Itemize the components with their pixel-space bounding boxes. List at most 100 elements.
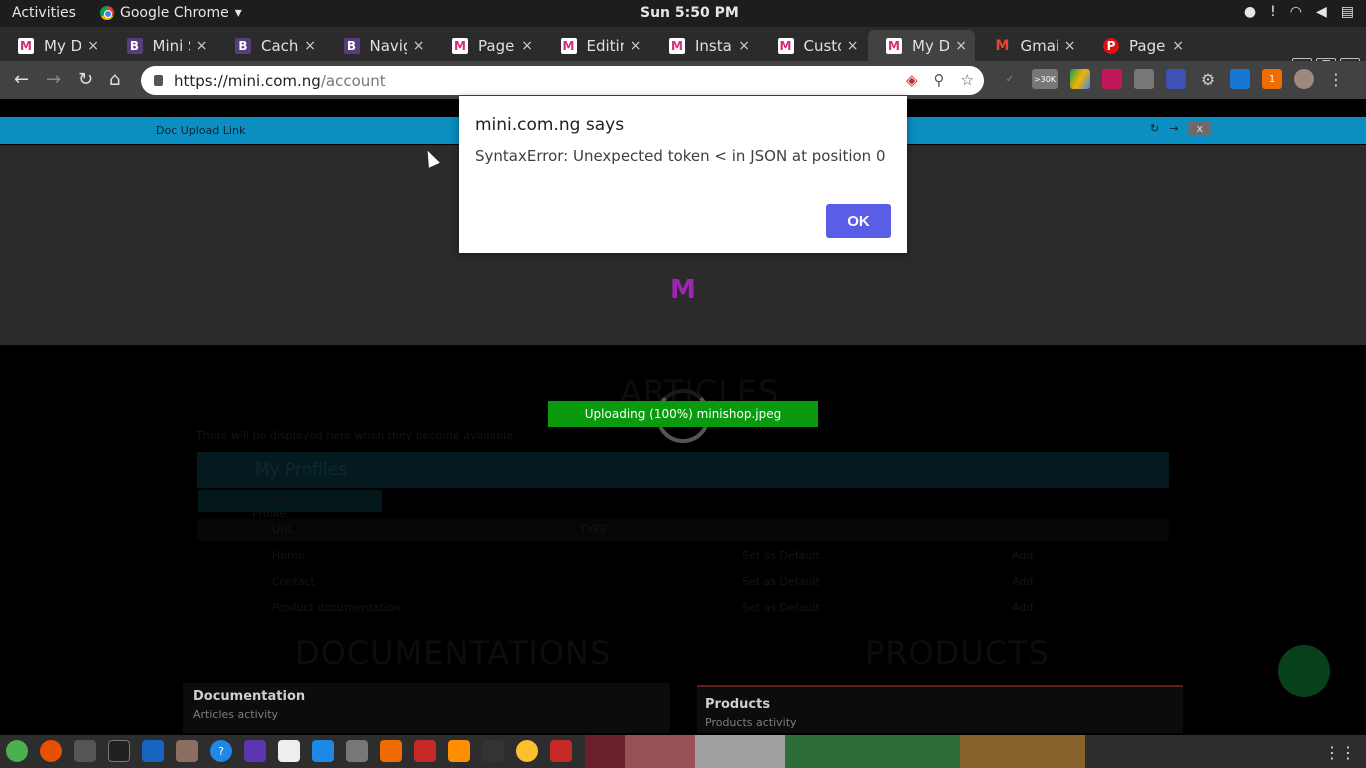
gmail-extension-icon[interactable]: >30K	[1032, 69, 1058, 89]
notes-icon[interactable]	[312, 740, 334, 762]
tab-favicon-icon: M	[669, 37, 685, 54]
profiles-table-header: URL TYPE	[197, 519, 1169, 541]
chrome-dock-icon[interactable]	[74, 740, 96, 762]
browser-tab[interactable]: M Editin ×	[543, 30, 650, 61]
pdf-icon[interactable]	[414, 740, 436, 762]
gear-icon[interactable]: ⚙	[1198, 69, 1218, 89]
products-card[interactable]: Products Products activity	[697, 685, 1183, 733]
profile-row-name: Product documentation	[272, 601, 401, 614]
zoom-icon[interactable]: ⚲	[934, 71, 945, 89]
camera-icon[interactable]	[482, 740, 504, 762]
browser-tab[interactable]: M Custo ×	[760, 30, 867, 61]
tab-favicon-icon: B	[343, 37, 360, 54]
products-title: PRODUCTS	[865, 634, 1050, 672]
terminal-icon[interactable]	[108, 740, 130, 762]
home-icon[interactable]: ⌂	[109, 69, 120, 90]
browser-tab[interactable]: B Naviga ×	[326, 30, 433, 61]
browser-tab[interactable]: B Mini Sl ×	[109, 30, 216, 61]
profile-row-action[interactable]: Set as Default	[742, 575, 820, 588]
tab-close-icon[interactable]: ×	[304, 38, 316, 54]
firefox-icon[interactable]	[40, 740, 62, 762]
volume-icon[interactable]: ◀	[1316, 4, 1327, 20]
screenshot-icon[interactable]	[346, 740, 368, 762]
browser-tab[interactable]: M My Da ×	[868, 30, 975, 61]
menu-icon[interactable]: ⋮	[1326, 69, 1346, 89]
caret-down-icon: ▾	[234, 5, 242, 21]
tab-close-icon[interactable]: ×	[521, 38, 533, 54]
blocked-icon[interactable]: ◈	[906, 71, 918, 89]
tab-strip: MMy Da×BMini Sl×BCache×BNaviga×MPage M×M…	[0, 27, 1366, 84]
products-card-subtitle: Products activity	[705, 716, 797, 729]
tab-title: Page M	[478, 36, 515, 55]
check-icon[interactable]: ✓	[1000, 69, 1020, 89]
wifi-icon[interactable]: ◠	[1290, 4, 1302, 20]
tab-title: My Da	[44, 36, 82, 55]
tab-close-icon[interactable]: ×	[738, 38, 750, 54]
floating-add-button[interactable]	[1278, 645, 1330, 697]
people-icon[interactable]	[1230, 69, 1250, 89]
profile-avatar[interactable]	[1294, 69, 1314, 89]
files-icon[interactable]	[176, 740, 198, 762]
clipboard-icon[interactable]: ▤	[1341, 4, 1354, 20]
location-icon[interactable]	[1134, 69, 1154, 89]
tab-close-icon[interactable]: ×	[196, 38, 208, 54]
app-grid-icon[interactable]: ⋮⋮	[1324, 743, 1356, 762]
notification-extension-icon[interactable]: 1	[1262, 69, 1282, 89]
reload-icon[interactable]: ↻	[78, 69, 93, 90]
col-url: URL	[272, 523, 294, 536]
back-icon[interactable]: ←	[14, 69, 29, 90]
tab-favicon-icon: M	[995, 37, 1010, 54]
app-menu[interactable]: Google Chrome ▾	[100, 5, 242, 21]
doc-upload-link[interactable]: Doc Upload Link	[156, 124, 245, 137]
browser-tab[interactable]: M Page M ×	[434, 30, 541, 61]
text-editor-icon[interactable]	[142, 740, 164, 762]
tab-close-icon[interactable]: ×	[630, 38, 642, 54]
lock-icon	[154, 75, 163, 86]
profile-row-status[interactable]: Add	[1012, 601, 1033, 614]
tab-close-icon[interactable]: ×	[1064, 38, 1076, 54]
tab-close-icon[interactable]: ×	[87, 38, 99, 54]
software-center-icon[interactable]	[380, 740, 402, 762]
browser-tab[interactable]: M My Da ×	[0, 30, 107, 61]
show-desktop-icon[interactable]	[6, 740, 28, 762]
browser-tab[interactable]: B Cache ×	[217, 30, 324, 61]
list-icon[interactable]	[1166, 69, 1186, 89]
refresh-icon[interactable]: ↻	[1150, 122, 1159, 135]
tab-favicon-icon: M	[18, 37, 34, 54]
documentation-card[interactable]: Documentation Articles activity	[183, 683, 670, 733]
fox-icon[interactable]	[516, 740, 538, 762]
vlc-icon[interactable]	[448, 740, 470, 762]
activities-button[interactable]: Activities	[12, 5, 76, 21]
filezilla-icon[interactable]	[550, 740, 572, 762]
star-icon[interactable]: ☆	[961, 71, 974, 89]
header-close-button[interactable]: x	[1188, 122, 1211, 135]
browser-tab[interactable]: M Install ×	[651, 30, 758, 61]
arrow-right-icon[interactable]: →	[1169, 122, 1178, 135]
github-icon[interactable]: ●	[1244, 4, 1256, 20]
address-bar[interactable]: https://mini.com.ng/account ◈ ⚲ ☆	[141, 66, 984, 95]
drive-icon[interactable]	[1070, 69, 1090, 89]
profile-row-action[interactable]: Set as Default	[742, 601, 820, 614]
warning-icon[interactable]: !	[1270, 4, 1276, 20]
clock[interactable]: Sun 5:50 PM	[640, 5, 739, 21]
tab-close-icon[interactable]: ×	[1172, 38, 1184, 54]
profile-row-action[interactable]: Set as Default	[742, 549, 820, 562]
tab-close-icon[interactable]: ×	[955, 38, 967, 54]
profile-row-status[interactable]: Add	[1012, 549, 1033, 562]
profile-row-name: Contact	[272, 575, 315, 588]
book-icon[interactable]	[278, 740, 300, 762]
tab-title: Mini Sl	[152, 36, 190, 55]
forward-icon[interactable]: →	[46, 69, 61, 90]
create-profile-button[interactable]: Create a Profile	[198, 490, 382, 520]
app-s-icon[interactable]	[244, 740, 266, 762]
color-picker-icon[interactable]	[1102, 69, 1122, 89]
browser-tab[interactable]: P PageC ×	[1085, 30, 1192, 61]
system-tray[interactable]: ● ! ◠ ◀ ▤	[1244, 4, 1354, 20]
tab-close-icon[interactable]: ×	[413, 38, 425, 54]
profile-row-status[interactable]: Add	[1012, 575, 1033, 588]
ok-button[interactable]: OK	[826, 204, 891, 238]
profiles-panel: My Profiles	[197, 452, 1169, 488]
browser-tab[interactable]: M Gmail ×	[977, 30, 1084, 61]
tab-close-icon[interactable]: ×	[847, 38, 859, 54]
help-icon[interactable]: ?	[210, 740, 232, 762]
